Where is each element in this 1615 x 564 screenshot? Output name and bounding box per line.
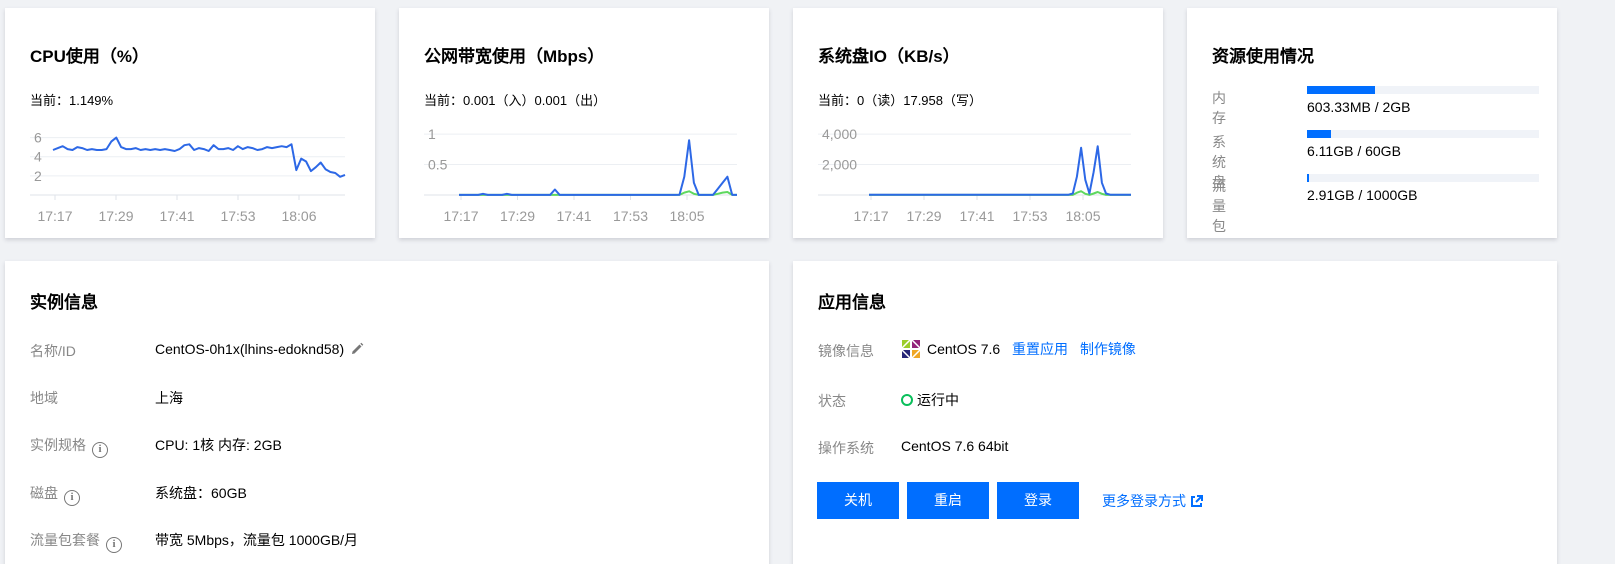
app-info-card: 应用信息 镜像信息 CentOS 7.6 重置应用 制作镜像 状态 运行中 操作…	[793, 261, 1557, 564]
image-label: 镜像信息	[818, 343, 874, 359]
more-login-link[interactable]: 更多登录方式	[1102, 491, 1203, 511]
info-icon[interactable]: i	[64, 490, 80, 506]
more-login-text: 更多登录方式	[1102, 493, 1186, 509]
info-icon[interactable]: i	[106, 537, 122, 553]
instance-name-value: CentOS-0h1x(lhins-edoknd58)	[155, 341, 364, 359]
instance-spec-value: CPU: 1核 内存: 2GB	[155, 437, 282, 453]
cpu-chart[interactable]: 6 4 2 17:17 17:29 17:41 17:53 18:06	[5, 118, 375, 233]
x-tick-label: 17:17	[37, 208, 72, 224]
disk-io-chart[interactable]: 4,000 2,000 17:17 17:29 17:41 17:53 18:05	[793, 118, 1163, 233]
restart-button[interactable]: 重启	[907, 482, 989, 519]
instance-label-region: 地域	[30, 390, 58, 406]
x-tick-label: 18:05	[669, 208, 704, 224]
x-tick-label: 17:17	[443, 208, 478, 224]
memory-progress-bar	[1307, 86, 1539, 94]
bandwidth-card-title: 公网带宽使用（Mbps）	[424, 47, 605, 66]
app-card-title: 应用信息	[818, 293, 886, 312]
os-value: CentOS 7.6 64bit	[901, 438, 1009, 454]
make-image-link[interactable]: 制作镜像	[1080, 341, 1136, 357]
instance-label-name: 名称/ID	[30, 343, 76, 359]
traffic-progress-bar	[1307, 174, 1539, 182]
resource-value: 2.91GB / 1000GB	[1307, 187, 1418, 203]
centos-logo-icon	[899, 337, 923, 362]
status-value: 运行中	[901, 390, 959, 410]
disk-card-title: 系统盘IO（KB/s）	[818, 47, 960, 66]
edit-icon[interactable]	[350, 342, 364, 359]
external-link-icon	[1190, 495, 1203, 511]
cpu-usage-card: CPU使用（%） 当前：1.149% 6 4 2 17:17 17:29 17:41 17:…	[5, 8, 375, 238]
cpu-card-title: CPU使用（%）	[30, 47, 150, 66]
image-name: CentOS 7.6	[927, 341, 1001, 357]
status-label: 状态	[818, 393, 846, 409]
instance-label-traffic-plan: 流量包套餐 i	[30, 530, 122, 553]
login-button[interactable]: 登录	[997, 482, 1079, 519]
x-tick-label: 17:53	[220, 208, 255, 224]
y-tick-label: 2	[34, 168, 42, 184]
resource-value: 6.11GB / 60GB	[1307, 143, 1401, 159]
instance-traffic-plan-value: 带宽 5Mbps，流量包 1000GB/月	[155, 532, 359, 548]
memory-progress-fill	[1307, 86, 1376, 94]
image-info-value: CentOS 7.6 重置应用 制作镜像	[899, 337, 1136, 362]
x-tick-label: 18:05	[1065, 208, 1100, 224]
bandwidth-current-value: 当前：0.001（入）0.001（出）	[424, 93, 607, 108]
shutdown-button[interactable]: 关机	[817, 482, 899, 519]
series-line	[869, 145, 1131, 196]
x-tick-label: 17:17	[853, 208, 888, 224]
x-tick-label: 17:41	[159, 208, 194, 224]
resource-card-title: 资源使用情况	[1212, 47, 1314, 66]
cpu-current-value: 当前：1.149%	[30, 93, 114, 108]
x-tick-label: 17:29	[500, 208, 535, 224]
x-tick-label: 17:41	[556, 208, 591, 224]
instance-label-spec: 实例规格 i	[30, 435, 108, 458]
resource-label: 内存	[1212, 90, 1226, 126]
disk-progress-bar	[1307, 130, 1539, 138]
x-tick-label: 17:41	[959, 208, 994, 224]
y-tick-label: 4,000	[822, 126, 857, 142]
x-tick-label: 17:29	[98, 208, 133, 224]
instance-name-text: CentOS-0h1x(lhins-edoknd58)	[155, 341, 345, 357]
info-icon[interactable]: i	[92, 442, 108, 458]
disk-current-value: 当前：0（读）17.958（写）	[818, 93, 982, 108]
x-tick-label: 17:29	[906, 208, 941, 224]
instance-card-title: 实例信息	[30, 293, 98, 312]
resource-usage-card: 资源使用情况 内存 603.33MB / 2GB 系统盘 6.11GB / 60…	[1187, 8, 1557, 238]
series-line	[459, 139, 737, 196]
resource-label: 流量包	[1212, 178, 1226, 234]
disk-progress-fill	[1307, 130, 1331, 138]
traffic-progress-fill	[1307, 174, 1309, 182]
instance-region-value: 上海	[155, 390, 183, 406]
instance-disk-value: 系统盘：60GB	[155, 485, 247, 501]
y-tick-label: 4	[34, 149, 42, 165]
resource-value: 603.33MB / 2GB	[1307, 99, 1411, 115]
instance-label-disk: 磁盘 i	[30, 483, 80, 506]
status-text: 运行中	[917, 392, 959, 408]
y-tick-label: 0.5	[428, 157, 448, 173]
spec-label-text: 实例规格	[30, 437, 86, 453]
x-tick-label: 17:53	[613, 208, 648, 224]
y-tick-label: 6	[34, 130, 42, 146]
bandwidth-usage-card: 公网带宽使用（Mbps） 当前：0.001（入）0.001（出） 1 0.5 17:…	[399, 8, 769, 238]
disk-io-card: 系统盘IO（KB/s） 当前：0（读）17.958（写） 4,000 2,000 1…	[793, 8, 1163, 238]
traffic-plan-label-text: 流量包套餐	[30, 532, 100, 548]
status-running-icon	[901, 394, 913, 406]
instance-info-card: 实例信息 名称/ID CentOS-0h1x(lhins-edoknd58) 地…	[5, 261, 769, 564]
y-tick-label: 1	[428, 126, 436, 142]
y-tick-label: 2,000	[822, 157, 857, 173]
reset-app-link[interactable]: 重置应用	[1012, 341, 1068, 357]
bandwidth-chart[interactable]: 1 0.5 17:17 17:29 17:41 17:53 18:05	[399, 118, 769, 233]
disk-label-text: 磁盘	[30, 485, 58, 501]
os-label: 操作系统	[818, 440, 874, 456]
x-tick-label: 18:06	[281, 208, 316, 224]
x-tick-label: 17:53	[1012, 208, 1047, 224]
